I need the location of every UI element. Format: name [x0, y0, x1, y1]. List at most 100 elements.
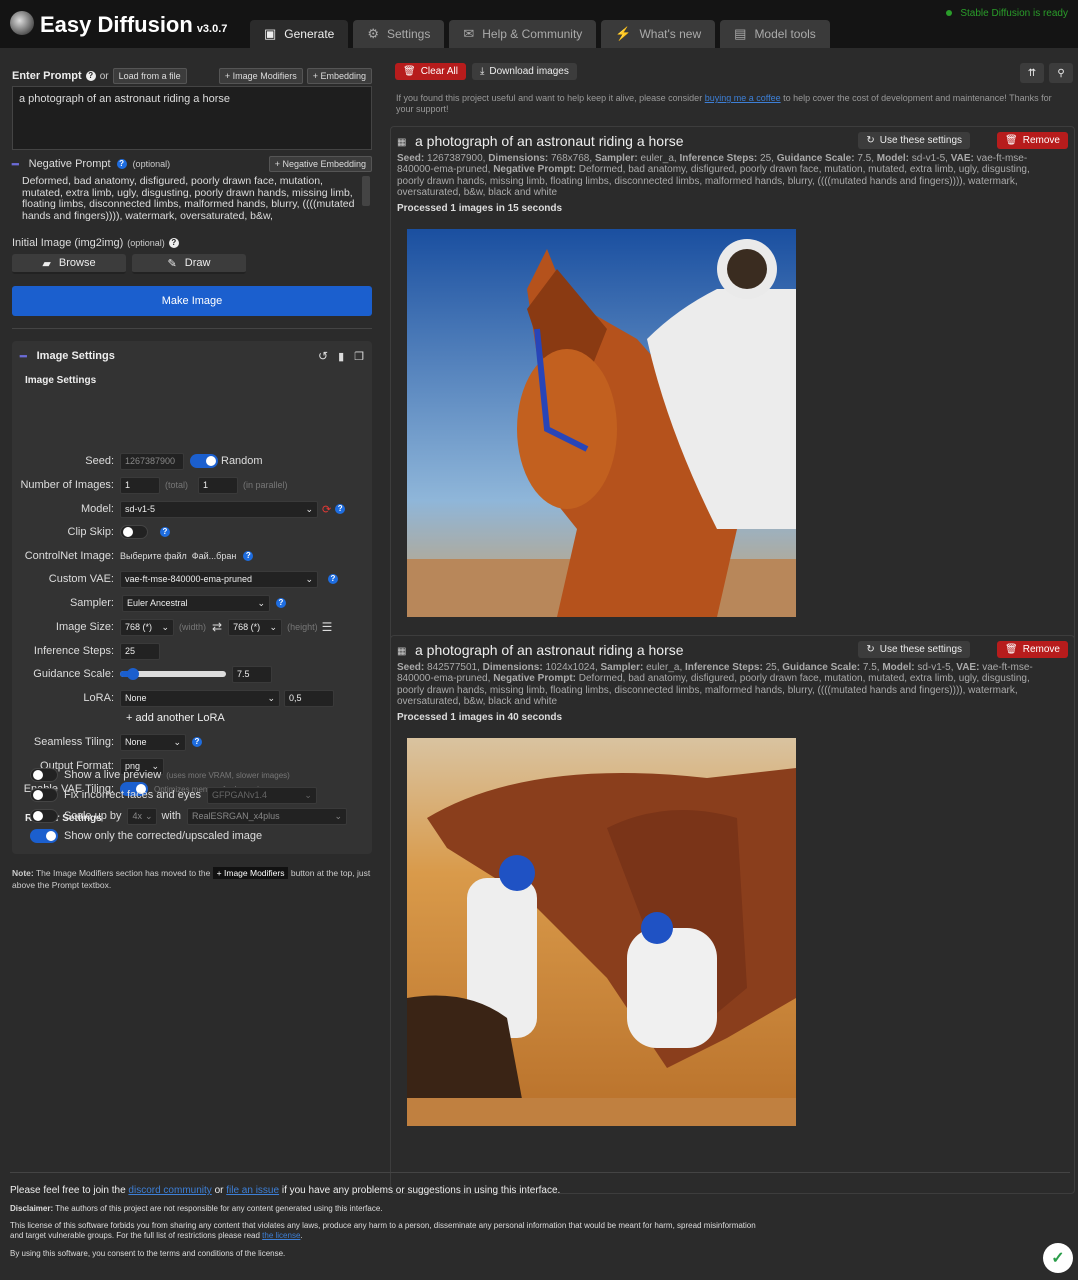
trash-icon: 🗑 — [1005, 135, 1018, 146]
buy-coffee-link[interactable]: buying me a coffee — [705, 93, 781, 103]
prompt-input[interactable]: a photograph of an astronaut riding a ho… — [12, 86, 372, 150]
clip-skip-toggle[interactable] — [120, 525, 148, 539]
remove-button[interactable]: 🗑 Remove — [997, 641, 1068, 658]
top-bar: Easy Diffusion v3.0.7 ▣ Generate ⚙ Settings… — [0, 0, 1078, 48]
image-modifiers-button[interactable]: + Image Modifiers — [218, 68, 303, 84]
license-link[interactable]: the license — [262, 1231, 300, 1240]
tab-settings[interactable]: ⚙ Settings — [353, 20, 445, 48]
use-settings-button[interactable]: ↻ Use these settings — [858, 641, 970, 658]
live-preview-toggle[interactable] — [30, 768, 58, 782]
parallel-images-input[interactable]: 1 — [198, 476, 239, 494]
refresh-icon[interactable]: ⟳ — [322, 503, 331, 516]
choose-file-button[interactable]: Выберите файл — [120, 551, 187, 561]
width-select[interactable]: 768 (*) ⌄ — [120, 618, 174, 636]
image-size-row: Image Size: 768 (*) ⌄ (width) ⇄ 768 (*) ⌄ (heig… — [55, 618, 333, 636]
sliders-icon[interactable]: ☰ — [322, 620, 333, 634]
help-icon[interactable]: ? — [85, 71, 96, 81]
embedding-button[interactable]: + Embedding — [306, 68, 372, 84]
clear-all-button[interactable]: 🗑 Clear All — [395, 63, 466, 80]
face-model-select[interactable]: GFPGANv1.4 ⌄ — [206, 786, 317, 804]
collapse-all-icon[interactable]: ⇈ — [1020, 63, 1044, 83]
discord-link[interactable]: discord community — [128, 1185, 211, 1196]
chevron-down-icon: ⌄ — [267, 692, 275, 703]
guidance-scale-input[interactable]: 7.5 — [232, 665, 272, 683]
slider-thumb[interactable] — [126, 668, 139, 680]
comments-icon: ✉ — [463, 26, 475, 41]
support-message: If you found this project useful and wan… — [396, 93, 1052, 114]
help-icon[interactable]: ? — [116, 159, 127, 169]
add-lora-button[interactable]: + add another LoRA — [126, 712, 225, 724]
help-icon[interactable]: ? — [192, 737, 202, 747]
help-icon[interactable]: ? — [328, 574, 338, 584]
lora-strength-input[interactable]: 0,5 — [284, 689, 334, 707]
scrollbar[interactable] — [362, 176, 370, 206]
lora-select[interactable]: None ⌄ — [120, 689, 280, 707]
reset-icon[interactable]: ↺ — [318, 349, 328, 363]
result-metadata: Seed: 842577501, Dimensions: 1024x1024, … — [397, 662, 1033, 708]
help-icon[interactable]: ? — [335, 504, 346, 514]
collapse-icon[interactable]: ━ — [12, 158, 19, 171]
view-toolbar: ⇈ ⚲ — [1020, 63, 1073, 83]
tab-whats-new[interactable]: ⚡ What's new — [601, 20, 716, 48]
num-images-row: Number of Images: 1 (total) 1 (in parallel) — [12, 476, 372, 494]
search-icon[interactable]: ⚲ — [1049, 63, 1073, 83]
only-corrected-toggle[interactable] — [30, 829, 58, 843]
upscale-toggle[interactable] — [30, 809, 58, 823]
fix-faces-toggle[interactable] — [30, 788, 58, 802]
tab-generate[interactable]: ▣ Generate — [250, 20, 349, 48]
download-images-button[interactable]: ⤓ Download images — [471, 63, 577, 80]
fix-faces-row: Fix incorrect faces and eyes GFPGANv1.4 ⌄ — [12, 786, 372, 804]
seed-row: Seed: 1267387900 Random — [12, 452, 372, 470]
upscale-factor-select[interactable]: 4x ⌄ — [127, 807, 158, 825]
tab-model-tools[interactable]: ▤ Model tools — [720, 20, 830, 48]
collapse-icon[interactable]: ━ — [20, 350, 27, 363]
help-icon[interactable]: ? — [168, 238, 179, 248]
generated-image[interactable] — [407, 738, 796, 1126]
toolbox-icon: ▤ — [734, 26, 747, 41]
random-seed-toggle[interactable] — [190, 454, 218, 468]
app-title: Easy Diffusion v3.0.7 — [40, 12, 227, 38]
swap-icon[interactable]: ⇄ — [212, 620, 222, 634]
use-settings-button[interactable]: ↻ Use these settings — [858, 132, 970, 149]
help-icon[interactable]: ? — [276, 598, 286, 608]
generated-image[interactable] — [407, 229, 796, 617]
modifiers-note: Note: The Image Modifiers section has mo… — [12, 867, 371, 890]
tab-help-community[interactable]: ✉ Help & Community — [449, 20, 597, 48]
negative-prompt-input[interactable]: Deformed, bad anatomy, disfigured, poorl… — [12, 174, 372, 224]
seamless-tiling-select[interactable]: None ⌄ — [120, 733, 186, 751]
lora-row: LoRA: None ⌄ 0,5 — [12, 689, 372, 707]
shield-icon[interactable]: ✓ — [1043, 1243, 1073, 1273]
prompt-header: Enter Prompt ? or Load from a file + Ima… — [12, 68, 372, 84]
drag-handle-icon[interactable]: ▦ — [397, 137, 406, 148]
upscale-model-select[interactable]: RealESRGAN_x4plus ⌄ — [187, 807, 348, 825]
paste-icon[interactable]: ❐ — [354, 350, 364, 363]
negative-embedding-button[interactable]: + Negative Embedding — [268, 156, 372, 172]
bolt-icon: ⚡ — [615, 26, 632, 41]
result-title: a photograph of an astronaut riding a ho… — [415, 133, 684, 149]
make-image-button[interactable]: Make Image — [12, 286, 372, 316]
height-select[interactable]: 768 (*) ⌄ — [228, 618, 283, 636]
guidance-scale-row: Guidance Scale: 7.5 — [12, 665, 372, 683]
initial-image-header: Initial Image (img2img) (optional) ? — [12, 237, 179, 249]
browse-button[interactable]: ▰ Browse — [12, 254, 126, 274]
model-row: Model: sd-v1-5 ⌄ ⟳? — [12, 500, 372, 518]
guidance-scale-slider[interactable] — [120, 668, 226, 680]
copy-icon[interactable]: ▮ — [338, 350, 344, 363]
remove-button[interactable]: 🗑 Remove — [997, 132, 1068, 149]
folder-icon: ▰ — [42, 257, 51, 270]
total-images-input[interactable]: 1 — [120, 476, 160, 494]
model-select[interactable]: sd-v1-5 ⌄ — [120, 500, 318, 518]
live-preview-row: Show a live preview (uses more VRAM, slow… — [12, 766, 372, 784]
help-icon[interactable]: ? — [160, 527, 170, 537]
drag-handle-icon[interactable]: ▦ — [397, 646, 406, 657]
draw-button[interactable]: ✎ Draw — [132, 254, 246, 274]
file-issue-link[interactable]: file an issue — [226, 1185, 279, 1196]
load-from-file-button[interactable]: Load from a file — [112, 68, 187, 84]
vae-select[interactable]: vae-ft-mse-840000-ema-pruned ⌄ — [120, 570, 318, 588]
processing-time: Processed 1 images in 40 seconds — [397, 712, 563, 723]
sampler-select[interactable]: Euler Ancestral ⌄ — [122, 594, 270, 612]
help-icon[interactable]: ? — [243, 551, 254, 561]
seed-input[interactable]: 1267387900 — [120, 452, 184, 470]
inference-steps-input[interactable]: 25 — [120, 642, 160, 660]
chevron-down-icon: ⌄ — [173, 736, 181, 747]
